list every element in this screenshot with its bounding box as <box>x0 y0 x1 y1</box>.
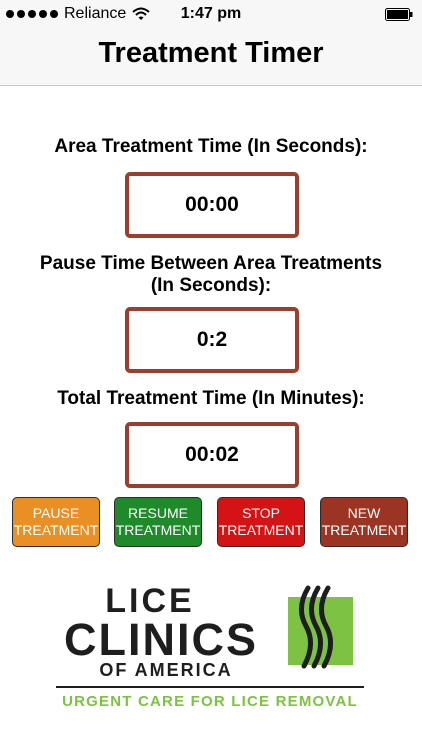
logo-line3: OF AMERICA <box>99 660 232 680</box>
navigation-bar: Treatment Timer <box>0 30 422 86</box>
battery-icon <box>385 8 413 21</box>
area-treatment-time-label: Area Treatment Time (In Seconds): <box>54 136 368 157</box>
pause-button-line2: TREATMENT <box>13 522 99 538</box>
logo-line2: CLINICS <box>64 614 258 665</box>
stop-button-line2: TREATMENT <box>218 522 304 538</box>
resume-button-line2: TREATMENT <box>115 522 201 538</box>
status-time: 1:47 pm <box>180 5 242 22</box>
pause-time-label-line2: (In Seconds): <box>150 275 272 296</box>
resume-treatment-button[interactable]: RESUME TREATMENT <box>114 497 202 547</box>
lice-clinics-logo: LICE CLINICS OF AMERICA URGENT CARE FOR … <box>56 582 364 710</box>
new-treatment-button[interactable]: NEW TREATMENT <box>320 497 408 547</box>
stop-treatment-button[interactable]: STOP TREATMENT <box>217 497 305 547</box>
logo-tagline: URGENT CARE FOR LICE REMOVAL <box>62 693 358 710</box>
page-title: Treatment Timer <box>98 37 324 69</box>
stop-button-line1: STOP <box>242 505 280 521</box>
new-button-line2: TREATMENT <box>321 522 407 538</box>
total-treatment-time-label: Total Treatment Time (In Minutes): <box>57 388 365 409</box>
resume-button-line1: RESUME <box>128 505 188 521</box>
pause-time-label-line1: Pause Time Between Area Treatments <box>39 253 383 274</box>
pause-button-line1: PAUSE <box>32 505 80 521</box>
pause-time-display[interactable]: 0:2 <box>125 307 299 373</box>
area-treatment-time-display[interactable]: 00:00 <box>125 172 299 238</box>
new-button-line1: NEW <box>347 505 381 521</box>
pause-treatment-button[interactable]: PAUSE TREATMENT <box>12 497 100 547</box>
status-bar: Reliance 1:47 pm <box>0 0 422 30</box>
total-treatment-time-display[interactable]: 00:02 <box>125 422 299 488</box>
logo-divider <box>56 686 364 688</box>
